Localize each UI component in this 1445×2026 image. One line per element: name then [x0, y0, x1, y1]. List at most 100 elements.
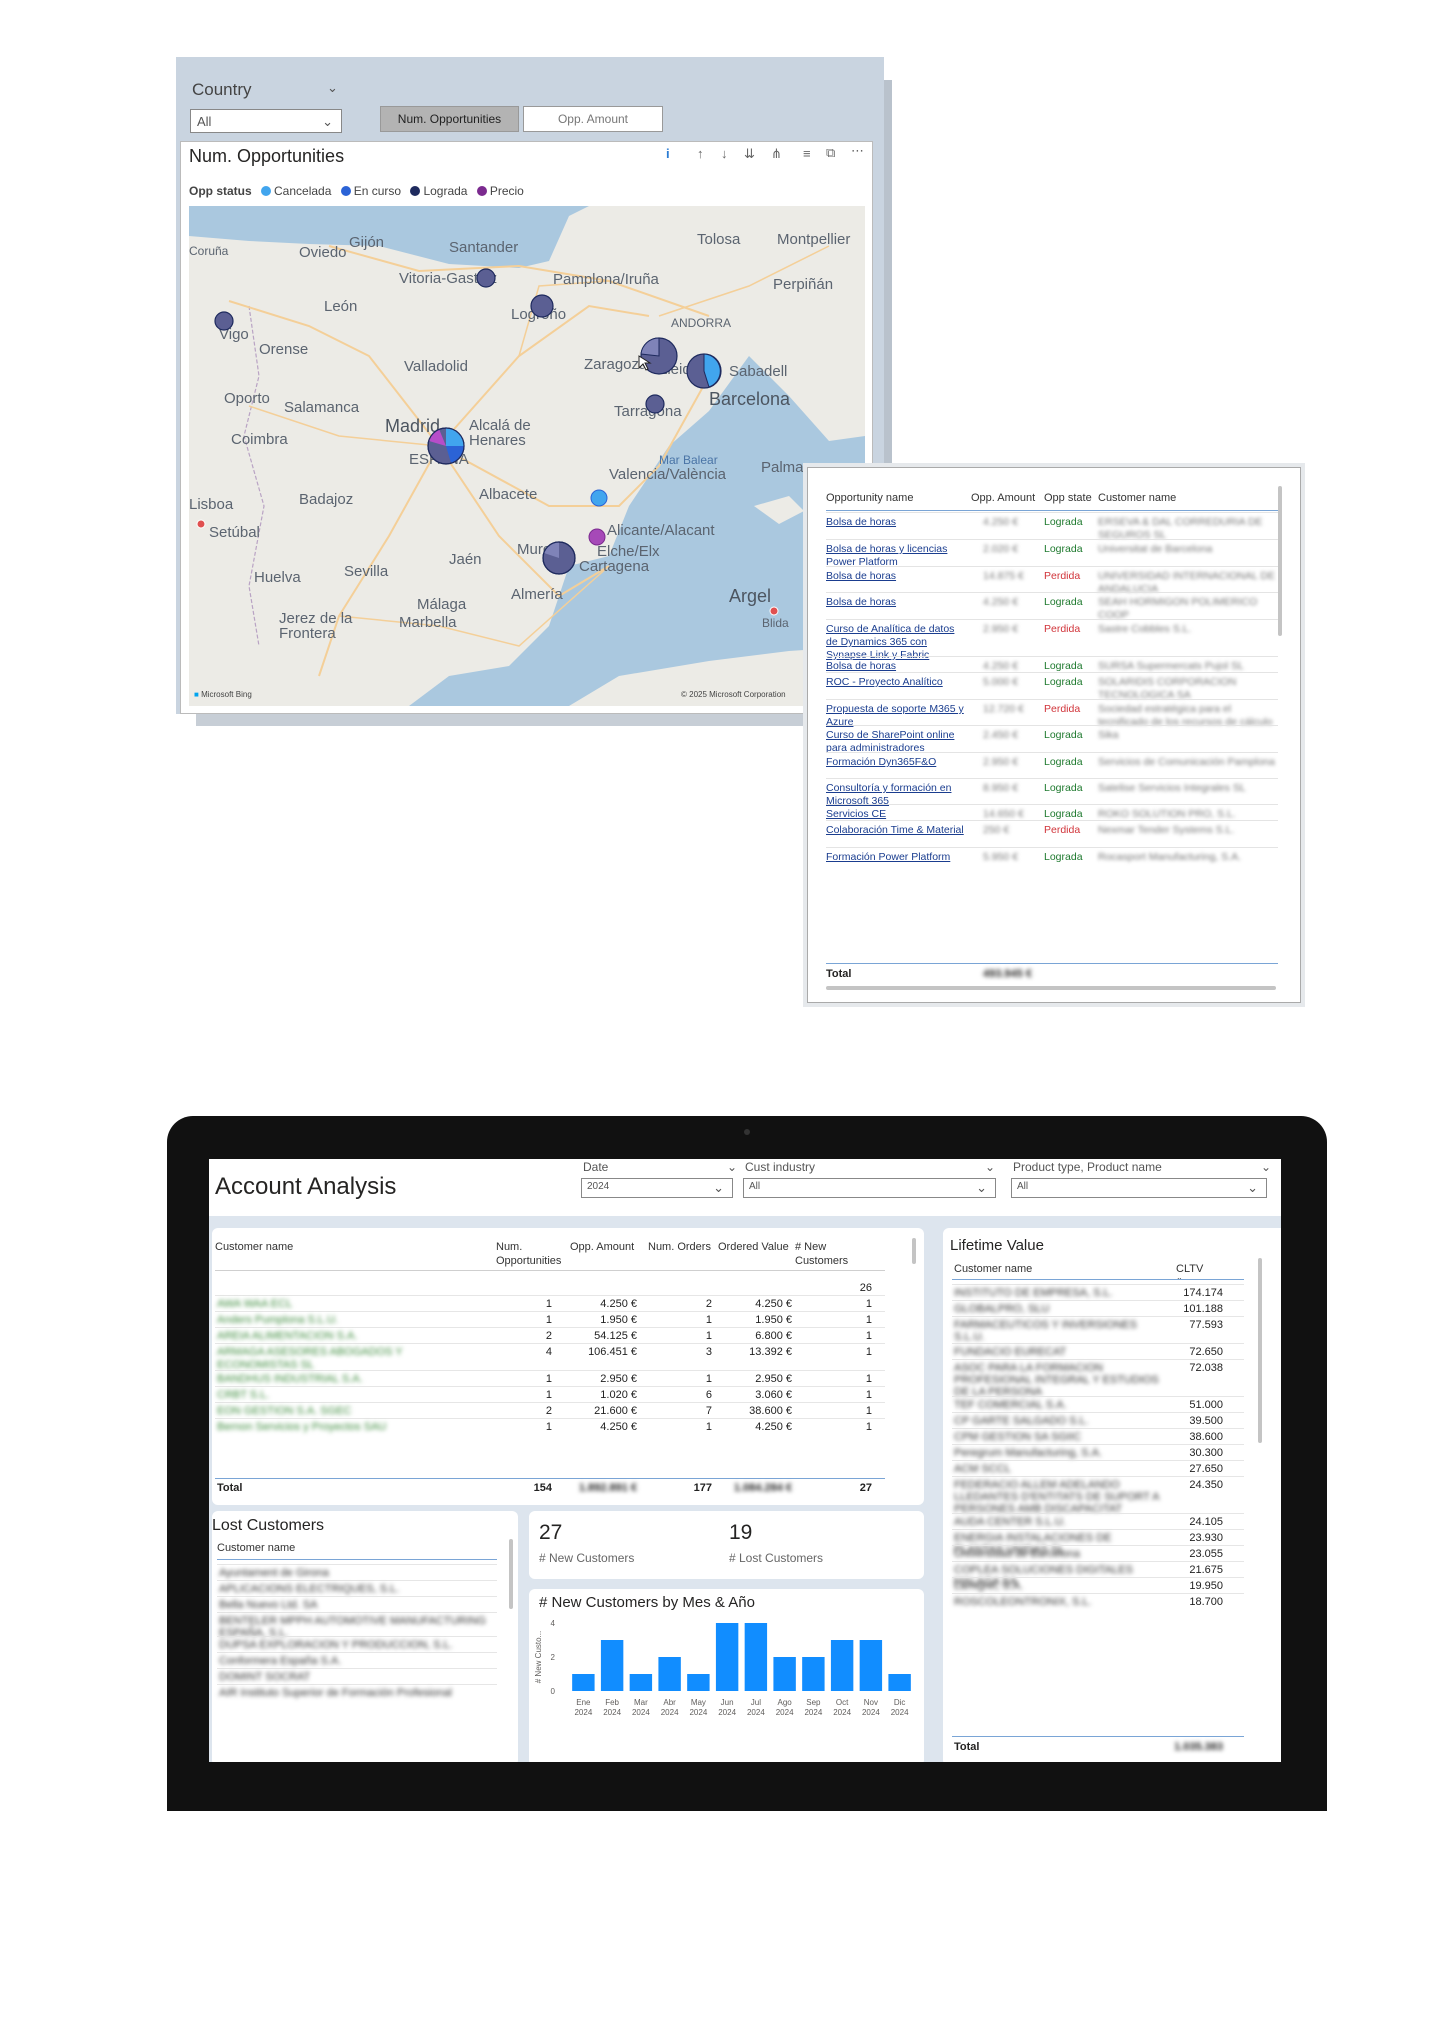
- table-row[interactable]: [952, 1359, 1244, 1360]
- legend-item-precio[interactable]: Precio: [490, 184, 524, 198]
- map-bubble[interactable]: [542, 541, 576, 575]
- opportunity-name-link[interactable]: Formación Dyn365F&O: [826, 756, 966, 769]
- table-row[interactable]: [217, 1652, 497, 1653]
- table-row[interactable]: [826, 539, 1278, 541]
- sort-descending-icon[interactable]: ⌄: [1176, 1273, 1183, 1282]
- bar[interactable]: [687, 1674, 710, 1691]
- opp-amount-toggle[interactable]: Opp. Amount: [523, 106, 663, 132]
- bar[interactable]: [600, 1640, 624, 1691]
- customer-name[interactable]: AWA WAA ECL: [217, 1298, 427, 1311]
- map-canvas[interactable]: Coruña Gijón Oviedo Santander Tolosa Mon…: [189, 206, 865, 706]
- table-row[interactable]: [215, 1402, 885, 1403]
- table-row[interactable]: [826, 672, 1278, 674]
- bar[interactable]: [572, 1674, 595, 1691]
- table-row[interactable]: [952, 1396, 1244, 1397]
- opportunity-name-link[interactable]: ROC - Proyecto Analítico: [826, 676, 966, 689]
- col-header-opp-amount[interactable]: Opp. Amount: [971, 492, 1035, 504]
- col-header-ordered-value[interactable]: Ordered Value: [718, 1240, 789, 1254]
- chevron-down-icon[interactable]: ⌄: [985, 1160, 995, 1174]
- table-row[interactable]: [952, 1476, 1244, 1477]
- table-row[interactable]: [952, 1428, 1244, 1429]
- col-header-customer-name[interactable]: Customer name: [217, 1541, 295, 1555]
- chevron-down-icon[interactable]: ⌄: [327, 80, 338, 96]
- map-bubble[interactable]: [588, 528, 606, 546]
- table-row[interactable]: [952, 1284, 1244, 1285]
- table-row[interactable]: [826, 566, 1278, 568]
- map-bubble[interactable]: [476, 268, 496, 288]
- expand-down-icon[interactable]: ⇊: [744, 146, 755, 162]
- customer-name[interactable]: Anders Pumplona S.L.U.: [217, 1314, 427, 1327]
- info-icon[interactable]: i: [666, 146, 670, 161]
- table-row[interactable]: [826, 619, 1278, 621]
- table-row[interactable]: [826, 656, 1278, 658]
- bar[interactable]: [715, 1623, 739, 1691]
- table-row[interactable]: [215, 1327, 885, 1328]
- chevron-down-icon[interactable]: ⌄: [1261, 1160, 1271, 1174]
- customer-name[interactable]: AREIA ALIMENTACION S.A.: [217, 1330, 427, 1343]
- table-row[interactable]: [826, 847, 1278, 849]
- table-row[interactable]: [952, 1460, 1244, 1461]
- table-row[interactable]: [217, 1596, 497, 1597]
- table-row[interactable]: [952, 1444, 1244, 1445]
- table-row[interactable]: [826, 752, 1278, 754]
- bar[interactable]: [830, 1640, 854, 1691]
- customer-name[interactable]: EON GESTION S.A. SGEC: [217, 1405, 427, 1418]
- col-header-num-orders[interactable]: Num. Orders: [648, 1240, 711, 1254]
- map-bubble[interactable]: [530, 294, 554, 318]
- bar[interactable]: [802, 1657, 825, 1691]
- table-row[interactable]: [952, 1343, 1244, 1344]
- map-bubble[interactable]: [214, 311, 234, 331]
- table-row[interactable]: [952, 1577, 1244, 1578]
- map-bubble[interactable]: [427, 427, 465, 465]
- opportunity-name-link[interactable]: Colaboración Time & Material: [826, 824, 966, 837]
- bar[interactable]: [744, 1623, 768, 1691]
- product-dropdown[interactable]: All ⌄: [1011, 1178, 1267, 1198]
- date-dropdown[interactable]: 2024 ⌄: [581, 1178, 733, 1198]
- bar[interactable]: [888, 1674, 911, 1691]
- table-row[interactable]: [952, 1412, 1244, 1413]
- more-options-icon[interactable]: ⋯: [851, 143, 864, 159]
- table-scrollbar[interactable]: [1258, 1258, 1262, 1443]
- table-row[interactable]: [217, 1684, 497, 1685]
- col-header-num-opportunities[interactable]: Num. Opportunities: [496, 1240, 561, 1268]
- bar[interactable]: [629, 1674, 653, 1691]
- map-bubble[interactable]: [645, 394, 665, 414]
- table-scrollbar[interactable]: [1278, 486, 1282, 636]
- table-row[interactable]: [952, 1316, 1244, 1317]
- table-row[interactable]: [952, 1513, 1244, 1514]
- table-row[interactable]: [952, 1300, 1244, 1301]
- table-scrollbar[interactable]: [912, 1238, 916, 1264]
- bar[interactable]: [658, 1657, 681, 1691]
- col-header-new-customers[interactable]: # New Customers: [795, 1240, 855, 1268]
- table-row[interactable]: [826, 725, 1278, 727]
- col-header-customer-name[interactable]: Customer name: [215, 1240, 293, 1254]
- col-header-opportunity-name[interactable]: Opportunity name: [826, 492, 913, 504]
- table-row[interactable]: [217, 1668, 497, 1669]
- opportunity-name-link[interactable]: Bolsa de horas: [826, 570, 966, 583]
- horizontal-scrollbar[interactable]: [826, 986, 1276, 990]
- country-dropdown[interactable]: All ⌄: [190, 109, 342, 133]
- table-row[interactable]: [826, 778, 1278, 780]
- table-row[interactable]: [215, 1295, 885, 1296]
- chevron-down-icon[interactable]: ⌄: [727, 1160, 737, 1174]
- customer-name[interactable]: Bernon Servicios y Proyectos SAU: [217, 1421, 427, 1434]
- table-row[interactable]: [826, 512, 1278, 514]
- legend-item-cancelada[interactable]: Cancelada: [274, 184, 331, 198]
- table-row[interactable]: [215, 1343, 885, 1344]
- arrow-up-icon[interactable]: ↑: [697, 146, 704, 161]
- table-row[interactable]: [952, 1593, 1244, 1594]
- table-row[interactable]: [215, 1418, 885, 1419]
- table-row[interactable]: [215, 1311, 885, 1312]
- industry-dropdown[interactable]: All ⌄: [743, 1178, 996, 1198]
- focus-mode-icon[interactable]: ⧉: [826, 145, 835, 161]
- num-opportunities-toggle[interactable]: Num. Opportunities: [380, 106, 519, 132]
- filter-icon[interactable]: ≡: [803, 146, 811, 161]
- table-row[interactable]: [215, 1370, 885, 1371]
- customer-name[interactable]: ARMAGA ASESORES ABOGADOS Y ECONOMISTAS S…: [217, 1346, 427, 1372]
- table-row[interactable]: [826, 699, 1278, 701]
- table-scrollbar[interactable]: [509, 1539, 513, 1609]
- opportunity-name-link[interactable]: Bolsa de horas: [826, 516, 966, 529]
- table-row[interactable]: [215, 1386, 885, 1387]
- table-row[interactable]: [826, 592, 1278, 594]
- opportunity-name-link[interactable]: Formación Power Platform: [826, 851, 966, 864]
